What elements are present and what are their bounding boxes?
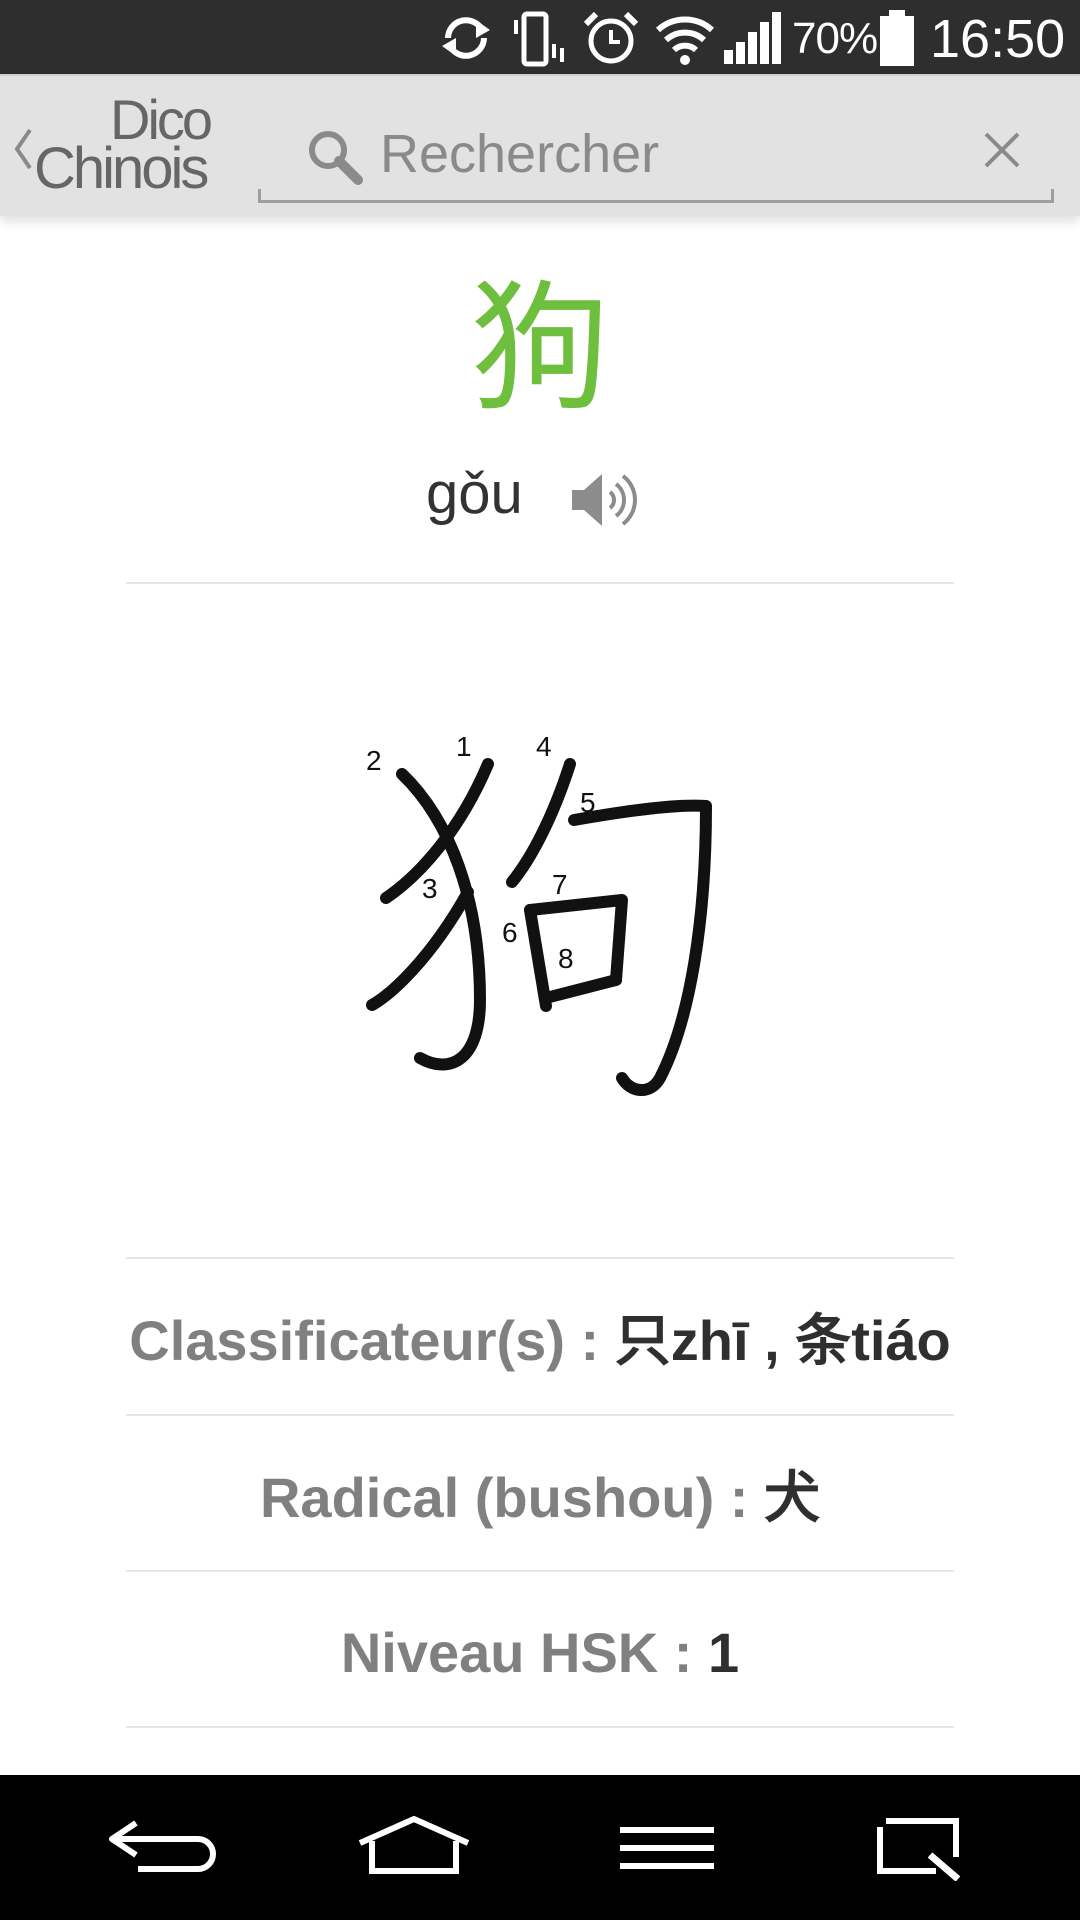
stroke-5 [568,799,712,1096]
back-chevron-icon[interactable] [12,126,34,172]
signal-icon [724,12,781,64]
stroke-2 [396,768,486,1071]
divider [126,1414,954,1416]
pinyin: gǒu [426,461,523,526]
classifiers-label: Classificateur(s) : [129,1309,600,1372]
alarm-icon [583,11,639,64]
sync-icon [442,17,490,59]
divider [126,1726,954,1728]
stroke-number: 4 [536,731,552,762]
radical-row: Radical (bushou) : 犬 [0,1470,1080,1526]
search-input[interactable] [380,122,940,186]
stroke-number: 7 [552,869,568,900]
stroke-order-diagram: 1 2 3 4 5 6 7 8 [366,731,712,1096]
divider [126,1570,954,1572]
status-bar: 70% 16:50 [0,0,1080,74]
wifi-icon [655,16,715,65]
back-icon[interactable] [106,1813,216,1881]
stroke-number: 6 [502,917,518,948]
divider [126,582,954,584]
headword-character: 狗 [469,268,610,431]
stroke-4 [506,758,576,888]
vibrate-icon [514,11,564,67]
recent-apps-icon[interactable] [872,1813,964,1881]
hsk-label: Niveau HSK : [340,1621,693,1684]
clock: 16:50 [930,9,1066,69]
classifiers-row: Classificateur(s) : 只zhī , 条tiáo [0,1313,1080,1369]
pronunciation-row: gǒu [0,460,1080,540]
hsk-value: 1 [708,1621,740,1684]
stroke-8 [540,974,622,1004]
stroke-3 [366,886,474,1011]
logo-line-2: Chinois [34,136,209,201]
home-icon[interactable] [354,1813,474,1881]
radical-label: Radical (bushou) : [259,1466,749,1529]
stroke-6 [524,904,552,1012]
radical-value: 犬 [764,1466,820,1529]
battery-icon [880,10,914,66]
speaker-icon[interactable] [568,462,644,538]
search-icon [309,131,363,185]
stroke-number: 8 [558,943,574,974]
stroke-number: 5 [580,787,596,818]
navigation-bar [0,1775,1080,1920]
divider [126,1257,954,1259]
app-bar: Dico Chinois [0,74,1080,216]
classifiers-value: 只zhī , 条tiáo [614,1309,951,1372]
hsk-row: Niveau HSK : 1 [0,1625,1080,1681]
stroke-number: 2 [366,745,382,776]
menu-icon[interactable] [618,1813,716,1881]
stroke-number: 3 [422,873,438,904]
battery-percent: 70% [792,14,878,63]
close-icon[interactable] [978,126,1026,174]
search-bar[interactable] [258,104,1054,203]
stroke-number: 1 [456,731,472,762]
